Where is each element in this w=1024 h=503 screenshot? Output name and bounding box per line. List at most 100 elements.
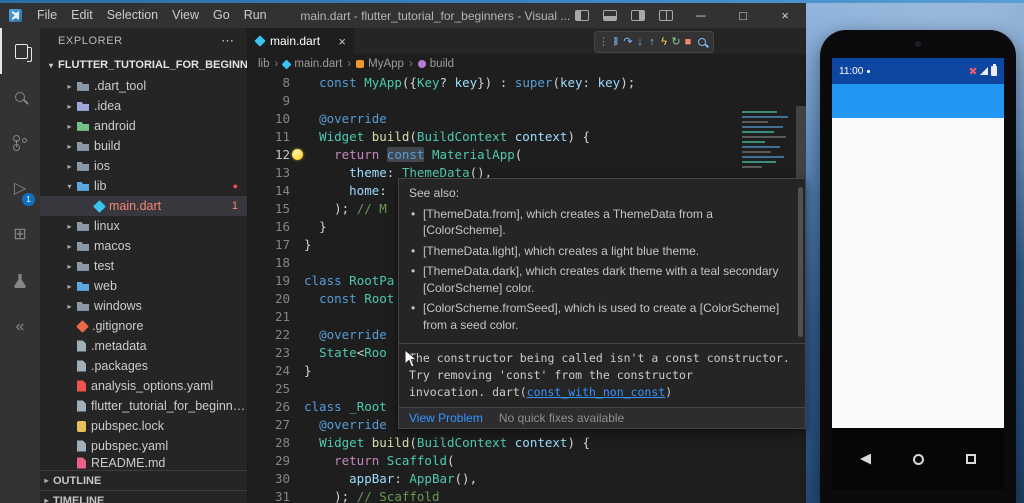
explorer-actions-icon[interactable]: ⋯ (221, 33, 235, 49)
explorer-item-macos[interactable]: ▸ macos (40, 236, 247, 256)
hover-actions: View Problem No quick fixes available (399, 407, 805, 428)
code-line-30[interactable]: 30 appBar: AppBar(), (248, 470, 806, 488)
explorer-item-linux[interactable]: ▸ linux (40, 216, 247, 236)
step-into-icon[interactable]: ↓ (634, 32, 646, 52)
files-icon (14, 43, 32, 62)
tab-label: main.dart (270, 34, 321, 48)
explorer-item-.idea[interactable]: ▸ .idea (40, 96, 247, 116)
pause-icon[interactable]: ‖ (610, 32, 622, 52)
explorer-item-README.md[interactable]: README.md (40, 456, 247, 470)
code-line-11[interactable]: 11 Widget build(BuildContext context) { (248, 128, 806, 146)
toggle-sidebar-icon[interactable] (575, 10, 589, 21)
activity-extensions[interactable]: ⊞ (0, 212, 40, 258)
restart-icon[interactable]: ↻ (670, 32, 682, 52)
explorer-item-.gitignore[interactable]: .gitignore (40, 316, 247, 336)
file-label: linux (94, 219, 120, 233)
explorer-item-web[interactable]: ▸ web (40, 276, 247, 296)
explorer-item-flutter_tutorial_for_beginner…[interactable]: flutter_tutorial_for_beginner… (40, 396, 247, 416)
explorer-item-.metadata[interactable]: .metadata (40, 336, 247, 356)
customize-layout-icon[interactable] (659, 10, 673, 21)
activity-search[interactable] (0, 74, 40, 120)
explorer-item-android[interactable]: ▸ android (40, 116, 247, 136)
menu-go[interactable]: Go (206, 8, 237, 22)
explorer-root-folder[interactable]: ▾ FLUTTER_TUTORIAL_FOR_BEGINNERS (40, 54, 247, 76)
activity-testing[interactable] (0, 258, 40, 304)
maximize-button[interactable]: □ (722, 3, 764, 28)
grip-icon[interactable]: ⋮⋮ (598, 32, 620, 52)
breadcrumb: lib › main.dart › MyApp › build (248, 54, 806, 74)
explorer-item-build[interactable]: ▸ build (40, 136, 247, 156)
close-button[interactable]: × (764, 3, 806, 28)
menu-view[interactable]: View (165, 8, 206, 22)
file-label: lib (94, 179, 107, 193)
explorer-item-test[interactable]: ▸ test (40, 256, 247, 276)
explorer-item-analysis_options.yaml[interactable]: analysis_options.yaml (40, 376, 247, 396)
code-line-12[interactable]: 12 return const MaterialApp( (248, 146, 806, 164)
step-out-icon[interactable]: ↑ (646, 32, 658, 52)
toggle-secondary-sidebar-icon[interactable] (631, 10, 645, 21)
explorer-item-ios[interactable]: ▸ ios (40, 156, 247, 176)
notification-dot-icon (867, 69, 871, 73)
stop-icon[interactable]: ■ (682, 32, 694, 52)
error-code-link[interactable]: const_with_non_const (527, 385, 665, 399)
lock-icon (77, 420, 86, 432)
outline-label: OUTLINE (53, 474, 102, 487)
activity-explorer[interactable] (0, 28, 40, 74)
back-button-icon[interactable] (860, 453, 871, 465)
emulator-screen[interactable]: 11:00 (832, 58, 1004, 490)
menu-edit[interactable]: Edit (64, 8, 100, 22)
hot-reload-icon[interactable]: ϟ (658, 32, 670, 52)
lightbulb-icon[interactable] (292, 149, 303, 160)
step-over-icon[interactable]: ↷ (622, 32, 634, 52)
tab-main-dart[interactable]: main.dart × (248, 28, 354, 54)
mouse-cursor-icon (404, 349, 418, 368)
folder-icon (77, 82, 89, 91)
file-label: flutter_tutorial_for_beginner… (91, 399, 247, 413)
activity-run-debug[interactable]: ▷ 1 (0, 166, 40, 212)
explorer-item-pubspec.lock[interactable]: pubspec.lock (40, 416, 247, 436)
explorer-item-main.dart[interactable]: main.dart 1 (40, 196, 247, 216)
menu-file[interactable]: File (30, 8, 64, 22)
breadcrumb-lib[interactable]: lib (258, 58, 270, 70)
chevrons-left-icon: « (15, 318, 25, 335)
status-time: 11:00 (839, 65, 864, 77)
folder-icon (77, 182, 89, 191)
explorer-item-pubspec.yaml[interactable]: pubspec.yaml (40, 436, 247, 456)
git-icon (76, 319, 89, 333)
code-line-9[interactable]: 9 (248, 92, 806, 110)
timeline-label: TIMELINE (53, 494, 105, 503)
close-tab-icon[interactable]: × (338, 34, 346, 49)
code-line-28[interactable]: 28 Widget build(BuildContext context) { (248, 434, 806, 452)
view-problem-link[interactable]: View Problem (409, 411, 483, 425)
breadcrumb-MyApp[interactable]: MyApp (356, 58, 404, 70)
explorer-item-.dart_tool[interactable]: ▸ .dart_tool (40, 76, 247, 96)
explorer-item-.packages[interactable]: .packages (40, 356, 247, 376)
file-label: analysis_options.yaml (91, 379, 214, 393)
breadcrumb-build[interactable]: build (417, 58, 454, 70)
tooltip-scrollbar[interactable] (798, 187, 803, 337)
toggle-panel-icon[interactable] (603, 10, 617, 21)
code-line-29[interactable]: 29 return Scaffold( (248, 452, 806, 470)
code-line-10[interactable]: 10 @override (248, 110, 806, 128)
menu-run[interactable]: Run (237, 8, 274, 22)
activity-more[interactable]: « (0, 304, 40, 350)
search-icon (15, 92, 25, 102)
outline-section[interactable]: ▸ OUTLINE (40, 470, 247, 490)
folder-icon (77, 302, 89, 311)
minimize-button[interactable]: ─ (680, 3, 722, 28)
activity-source-control[interactable] (0, 120, 40, 166)
file-label: pubspec.yaml (91, 439, 169, 453)
recents-button-icon[interactable] (966, 454, 976, 464)
explorer-item-lib[interactable]: ▾ lib ● (40, 176, 247, 196)
file-label: ios (94, 159, 110, 173)
home-button-icon[interactable] (913, 453, 924, 465)
minimap[interactable] (738, 108, 796, 171)
inspect-widget-icon[interactable] (698, 38, 706, 46)
file-icon (77, 340, 86, 352)
timeline-section[interactable]: ▸ TIMELINE (40, 490, 247, 503)
code-line-31[interactable]: 31 ); // Scaffold (248, 488, 806, 503)
code-line-8[interactable]: 8 const MyApp({Key? key}) : super(key: k… (248, 74, 806, 92)
menu-selection[interactable]: Selection (100, 8, 165, 22)
breadcrumb-main.dart[interactable]: main.dart (281, 58, 342, 70)
explorer-item-windows[interactable]: ▸ windows (40, 296, 247, 316)
